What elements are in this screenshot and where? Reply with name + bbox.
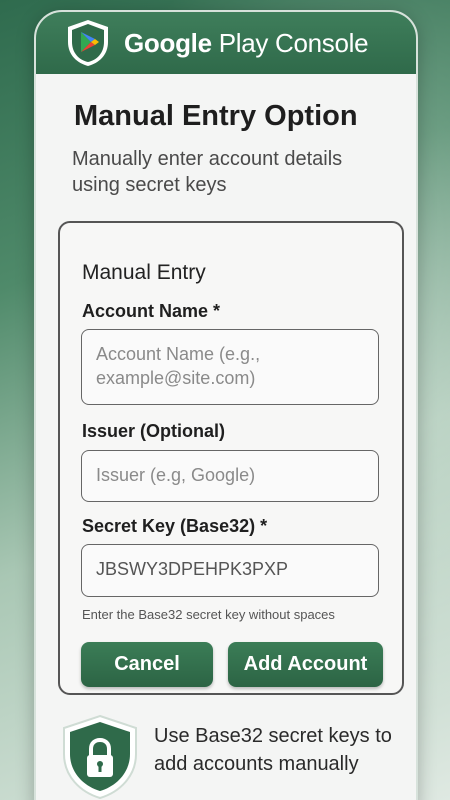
app-header: Google Play Console [36, 12, 416, 74]
google-play-shield-icon [68, 20, 108, 66]
lock-shield-icon [63, 714, 137, 800]
footer-info-text: Use Base32 secret keys to add accounts m… [154, 725, 392, 775]
secret-key-input[interactable]: JBSWY3DPEHPK3PXP [81, 544, 379, 597]
secret-key-hint: Enter the Base32 secret key without spac… [82, 607, 335, 622]
secret-key-label: Secret Key (Base32) * [82, 516, 268, 536]
main-card: Google Play Console Manual Entry Option … [34, 10, 418, 800]
cancel-button[interactable]: Cancel [81, 642, 213, 687]
manual-entry-form: Manual Entry Account Name * Account Name… [58, 221, 404, 695]
page-subtitle: Manually enter account details using sec… [72, 148, 343, 196]
app-title: Google Play Console [124, 27, 369, 58]
issuer-input[interactable]: Issuer (e.g, Google) [81, 450, 379, 502]
add-account-button[interactable]: Add Account [228, 642, 383, 687]
account-name-input[interactable]: Account Name (e.g., example@site.com) [81, 329, 379, 405]
issuer-label: Issuer (Optional) [82, 421, 226, 441]
account-name-label: Account Name * [82, 301, 221, 321]
form-heading: Manual Entry [82, 261, 206, 284]
page-title: Manual Entry Option [74, 100, 358, 132]
